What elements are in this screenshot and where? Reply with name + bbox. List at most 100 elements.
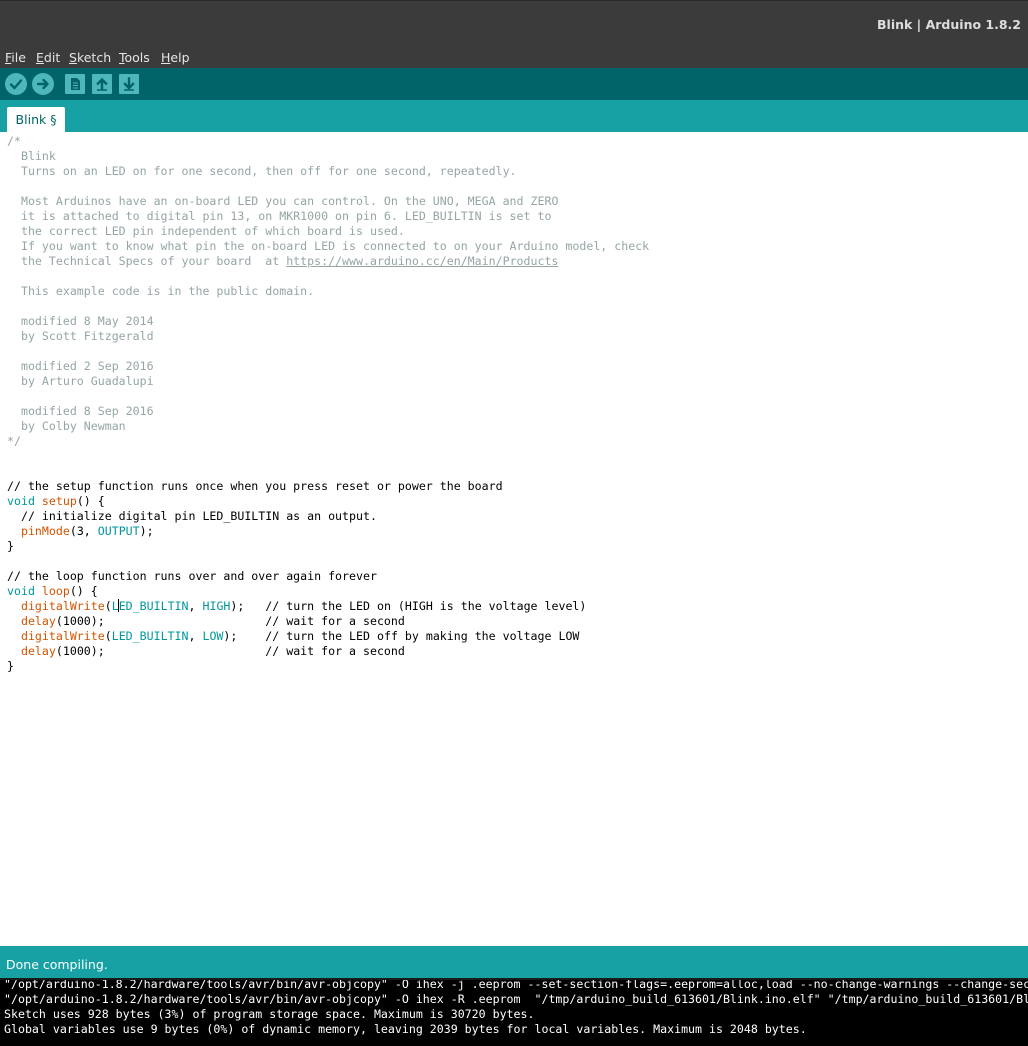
code-line[interactable]: pinMode(3, OUTPUT); — [7, 524, 649, 539]
toolbar — [0, 68, 1028, 100]
code-text[interactable]: /* Blink Turns on an LED on for one seco… — [7, 134, 649, 674]
code-token: void — [7, 494, 35, 508]
code-line[interactable]: // initialize digital pin LED_BUILTIN as… — [7, 509, 649, 524]
code-line[interactable]: it is attached to digital pin 13, on MKR… — [7, 209, 649, 224]
console-line: "/opt/arduino-1.8.2/hardware/tools/avr/b… — [4, 978, 1028, 991]
status-bar: Done compiling. — [0, 946, 1028, 978]
code-line[interactable]: } — [7, 539, 649, 554]
code-line[interactable]: void loop() { — [7, 584, 649, 599]
code-token: () { — [76, 494, 105, 508]
code-token: loop — [41, 584, 70, 598]
console-output[interactable]: "/opt/arduino-1.8.2/hardware/tools/avr/b… — [0, 978, 1028, 1046]
code-token: } — [7, 539, 14, 553]
code-line[interactable]: digitalWrite(LED_BUILTIN, HIGH); // turn… — [7, 599, 649, 614]
code-token: Blink — [7, 149, 56, 163]
code-editor[interactable]: /* Blink Turns on an LED on for one seco… — [0, 132, 1028, 946]
code-line[interactable] — [7, 554, 649, 569]
code-line[interactable]: Blink — [7, 149, 649, 164]
code-token: LED_BUILTIN — [111, 629, 189, 643]
code-token: modified 8 Sep 2016 — [7, 404, 154, 418]
code-token: Turns on an LED on for one second, then … — [7, 164, 517, 178]
code-line[interactable]: If you want to know what pin the on-boar… — [7, 239, 649, 254]
code-line[interactable]: // the loop function runs over and over … — [7, 569, 649, 584]
console-line: Global variables use 9 bytes (0%) of dyn… — [4, 1022, 807, 1036]
code-token: (1000); // wait for a second — [55, 644, 405, 658]
code-line[interactable]: /* — [7, 134, 649, 149]
menu-tools[interactable]: Tools — [119, 50, 150, 65]
code-line[interactable]: */ — [7, 434, 649, 449]
menu-file[interactable]: File — [5, 50, 26, 65]
code-line[interactable] — [7, 464, 649, 479]
code-line[interactable] — [7, 344, 649, 359]
code-line[interactable]: by Arturo Guadalupi — [7, 374, 649, 389]
code-line[interactable]: by Colby Newman — [7, 419, 649, 434]
tab-blink[interactable]: Blink § — [7, 107, 65, 132]
code-token: // the loop function runs over and over … — [7, 569, 377, 583]
code-token: digitalWrite — [20, 599, 105, 613]
menu-sketch[interactable]: Sketch — [69, 50, 111, 65]
code-token: pinMode — [20, 524, 70, 538]
code-line[interactable]: modified 8 Sep 2016 — [7, 404, 649, 419]
code-line[interactable]: This example code is in the public domai… — [7, 284, 649, 299]
code-token: } — [7, 659, 14, 673]
code-line[interactable]: delay(1000); // wait for a second — [7, 644, 649, 659]
code-line[interactable]: } — [7, 659, 649, 674]
code-token: // initialize digital pin LED_BUILTIN as… — [7, 509, 377, 523]
code-line[interactable]: // the setup function runs once when you… — [7, 479, 649, 494]
code-line[interactable] — [7, 299, 649, 314]
code-line[interactable]: delay(1000); // wait for a second — [7, 614, 649, 629]
arrow-down-icon — [123, 77, 135, 91]
menu-bar: File Edit Sketch Tools Help — [0, 46, 1028, 68]
code-token: delay — [20, 614, 56, 628]
open-button[interactable] — [92, 74, 112, 94]
code-token: ( — [104, 599, 112, 613]
upload-button[interactable] — [32, 73, 54, 95]
code-line[interactable]: Most Arduinos have an on-board LED you c… — [7, 194, 649, 209]
title-bar: Blink | Arduino 1.8.2 — [0, 0, 1028, 46]
window-title: Blink | Arduino 1.8.2 — [877, 17, 1021, 32]
code-token: the correct LED pin independent of which… — [7, 224, 405, 238]
menu-edit[interactable]: Edit — [36, 50, 60, 65]
code-token: modified 2 Sep 2016 — [7, 359, 154, 373]
code-token: by Colby Newman — [7, 419, 126, 433]
code-line[interactable]: digitalWrite(LED_BUILTIN, LOW); // turn … — [7, 629, 649, 644]
code-line[interactable]: the correct LED pin independent of which… — [7, 224, 649, 239]
code-line[interactable]: Turns on an LED on for one second, then … — [7, 164, 649, 179]
code-token: modified 8 May 2014 — [7, 314, 154, 328]
code-token: delay — [20, 644, 56, 658]
new-button[interactable] — [65, 74, 85, 94]
code-token: ( — [104, 629, 112, 643]
code-token: This example code is in the public domai… — [7, 284, 315, 298]
new-document-icon — [71, 78, 80, 90]
save-button[interactable] — [119, 74, 139, 94]
code-line[interactable] — [7, 269, 649, 284]
code-token: () { — [69, 584, 98, 598]
code-line[interactable] — [7, 449, 649, 464]
code-token: // the setup function runs once when you… — [7, 479, 503, 493]
status-message: Done compiling. — [6, 957, 108, 972]
code-link[interactable]: https://www.arduino.cc/en/Main/Products — [286, 254, 558, 268]
code-line[interactable]: the Technical Specs of your board at htt… — [7, 254, 649, 269]
code-token: ); // turn the LED on (HIGH is the volta… — [230, 599, 587, 613]
code-line[interactable]: void setup() { — [7, 494, 649, 509]
code-token: (3, — [69, 524, 98, 538]
verify-button[interactable] — [5, 73, 27, 95]
arrow-right-icon — [36, 78, 49, 90]
code-token: (1000); // wait for a second — [55, 614, 405, 628]
code-line[interactable]: by Scott Fitzgerald — [7, 329, 649, 344]
code-line[interactable] — [7, 179, 649, 194]
code-token: Most Arduinos have an on-board LED you c… — [7, 194, 559, 208]
code-line[interactable] — [7, 389, 649, 404]
code-token: If you want to know what pin the on-boar… — [7, 239, 650, 253]
code-token: ); — [139, 524, 154, 538]
code-line[interactable]: modified 2 Sep 2016 — [7, 359, 649, 374]
arrow-up-icon — [96, 77, 108, 91]
code-line[interactable]: modified 8 May 2014 — [7, 314, 649, 329]
code-token: by Scott Fitzgerald — [7, 329, 154, 343]
menu-help[interactable]: Help — [161, 50, 190, 65]
code-token: by Arturo Guadalupi — [7, 374, 154, 388]
